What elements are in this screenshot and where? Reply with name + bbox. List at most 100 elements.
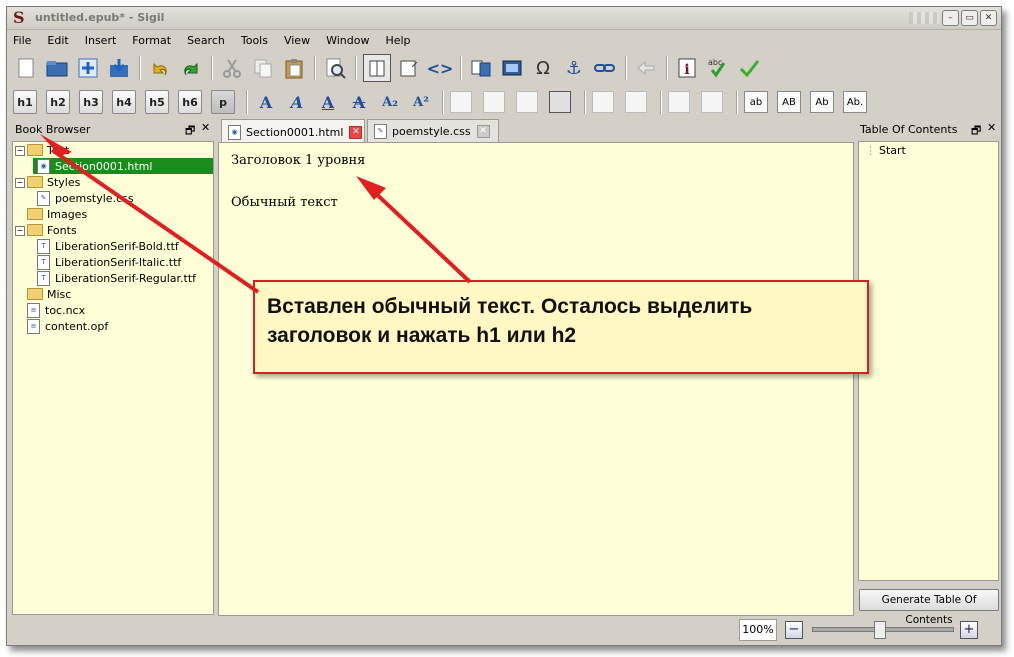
bold-button[interactable]: A xyxy=(254,90,278,114)
back-icon[interactable] xyxy=(633,55,659,81)
subscript-button[interactable]: A₂ xyxy=(378,90,402,114)
tree-file-font-regular[interactable]: T LiberationSerif-Regular.ttf xyxy=(37,270,196,286)
zoom-out-button[interactable]: − xyxy=(785,621,803,639)
close-tab-icon[interactable]: ✕ xyxy=(349,125,363,139)
annotation-callout: Вставлен обычный текст. Осталось выделит… xyxy=(253,280,869,374)
tree-folder-fonts[interactable]: Fonts xyxy=(27,222,77,238)
align-center-icon[interactable] xyxy=(483,91,505,113)
heading-h3-button[interactable]: h3 xyxy=(79,90,103,114)
info-icon-glyph: i xyxy=(684,62,689,78)
toc-float-icon[interactable]: 🗗 xyxy=(971,122,981,141)
heading-h6-button[interactable]: h6 xyxy=(178,90,202,114)
tree-file-font-bold[interactable]: T LiberationSerif-Bold.ttf xyxy=(37,238,179,254)
heading-h1-button[interactable]: h1 xyxy=(13,90,37,114)
tree-file-section0001[interactable]: ◉ Section0001.html xyxy=(33,158,213,174)
styles-folder-expander[interactable]: − xyxy=(15,178,25,188)
open-folder-icon[interactable] xyxy=(44,55,70,81)
increase-indent-icon[interactable] xyxy=(701,91,723,113)
fonts-folder-expander[interactable]: − xyxy=(15,226,25,236)
menu-window[interactable]: Window xyxy=(326,34,369,47)
new-file-icon[interactable] xyxy=(13,55,39,81)
book-browser-float-icon[interactable]: 🗗 xyxy=(185,122,195,141)
menu-file[interactable]: File xyxy=(13,34,31,47)
menu-help[interactable]: Help xyxy=(385,34,410,47)
heading-h2-button[interactable]: h2 xyxy=(46,90,70,114)
tree-folder-text[interactable]: Text xyxy=(27,142,69,158)
editor-body-line[interactable]: Обычный текст xyxy=(231,195,338,210)
info-icon[interactable]: i xyxy=(674,55,700,81)
text-folder-expander[interactable]: − xyxy=(15,146,25,156)
anchor-icon[interactable]: ⚓ xyxy=(561,55,587,81)
underline-button[interactable]: A xyxy=(316,90,340,114)
menu-tools[interactable]: Tools xyxy=(241,34,268,47)
heading-h4-button[interactable]: h4 xyxy=(112,90,136,114)
numbered-list-icon[interactable] xyxy=(625,91,647,113)
uppercase-button[interactable]: AB xyxy=(777,91,801,113)
titlebar-decoration xyxy=(909,12,939,24)
tree-file-poemstyle[interactable]: ✎ poemstyle.css xyxy=(37,190,134,206)
strikethrough-button[interactable]: A xyxy=(347,90,371,114)
omega-icon[interactable]: Ω xyxy=(530,55,556,81)
undo-icon[interactable] xyxy=(147,55,173,81)
toc-icon[interactable] xyxy=(468,55,494,81)
menu-insert[interactable]: Insert xyxy=(85,34,117,47)
titlecase-button[interactable]: Ab xyxy=(810,91,834,113)
menu-view[interactable]: View xyxy=(284,34,310,47)
align-right-icon[interactable] xyxy=(516,91,538,113)
add-file-icon[interactable] xyxy=(75,55,101,81)
paste-icon[interactable] xyxy=(281,55,307,81)
image-icon[interactable] xyxy=(499,55,525,81)
menu-format[interactable]: Format xyxy=(132,34,171,47)
menu-bar: File Edit Insert Format Search Tools Vie… xyxy=(7,30,1001,50)
tree-folder-images[interactable]: Images xyxy=(27,206,87,222)
redo-icon[interactable] xyxy=(178,55,204,81)
paragraph-button[interactable]: p xyxy=(211,90,235,114)
format-toolbar: h1 h2 h3 h4 h5 h6 p A A A A A₂ A² ab AB … xyxy=(13,87,995,117)
menu-edit[interactable]: Edit xyxy=(47,34,68,47)
editor-heading-line[interactable]: Заголовок 1 уровня xyxy=(231,153,365,168)
bullet-list-icon[interactable] xyxy=(592,91,614,113)
maximize-button[interactable]: ▭ xyxy=(961,10,978,26)
tree-file-font-italic[interactable]: T LiberationSerif-Italic.ttf xyxy=(37,254,181,270)
zoom-slider-handle[interactable] xyxy=(874,621,886,639)
copy-icon[interactable] xyxy=(250,55,276,81)
spellcheck-icon-label: abc xyxy=(708,58,722,67)
zoom-in-button[interactable]: + xyxy=(960,621,978,639)
align-left-icon[interactable] xyxy=(450,91,472,113)
tree-folder-misc[interactable]: Misc xyxy=(27,286,71,302)
align-justify-icon[interactable] xyxy=(549,91,571,113)
toc-item-start[interactable]: ⋮ Start xyxy=(865,142,906,158)
font-file-icon: T xyxy=(37,270,50,286)
tree-folder-styles[interactable]: Styles xyxy=(27,174,80,190)
tree-file-toc-ncx[interactable]: ≡ toc.ncx xyxy=(27,302,85,318)
link-icon[interactable] xyxy=(592,55,618,81)
sentencecase-button[interactable]: Ab. xyxy=(843,91,867,113)
lowercase-button[interactable]: ab xyxy=(744,91,768,113)
italic-button[interactable]: A xyxy=(285,90,309,114)
superscript-button[interactable]: A² xyxy=(409,90,433,114)
code-split-icon[interactable] xyxy=(396,55,422,81)
book-browser-close-icon[interactable]: ✕ xyxy=(201,121,210,134)
tree-file-content-opf[interactable]: ≡ content.opf xyxy=(27,318,108,334)
heading-h5-button[interactable]: h5 xyxy=(145,90,169,114)
decrease-indent-icon[interactable] xyxy=(668,91,690,113)
tab-poemstyle[interactable]: ✎ poemstyle.css ✕ xyxy=(367,119,499,142)
minimize-button[interactable]: – xyxy=(942,10,959,26)
html-file-icon: ◉ xyxy=(228,124,241,140)
save-icon[interactable] xyxy=(106,55,132,81)
close-button[interactable]: ✕ xyxy=(980,10,997,26)
book-view-editor[interactable]: Заголовок 1 уровня Обычный текст xyxy=(218,142,854,616)
book-view-icon[interactable] xyxy=(363,54,391,82)
validate-icon[interactable] xyxy=(736,55,762,81)
toc-tree: ⋮ Start xyxy=(858,141,999,581)
code-view-icon[interactable]: <> xyxy=(427,55,454,81)
spellcheck-icon[interactable]: abc xyxy=(705,55,731,81)
toc-close-icon[interactable]: ✕ xyxy=(987,121,996,134)
cut-icon[interactable] xyxy=(219,55,245,81)
menu-search[interactable]: Search xyxy=(187,34,225,47)
close-tab-icon[interactable]: ✕ xyxy=(476,124,490,138)
find-icon[interactable] xyxy=(322,55,348,81)
tab-section0001[interactable]: ◉ Section0001.html ✕ xyxy=(221,119,365,144)
generate-toc-button[interactable]: Generate Table Of Contents xyxy=(859,589,999,626)
annotation-text: Вставлен обычный текст. Осталось выделит… xyxy=(267,295,753,347)
